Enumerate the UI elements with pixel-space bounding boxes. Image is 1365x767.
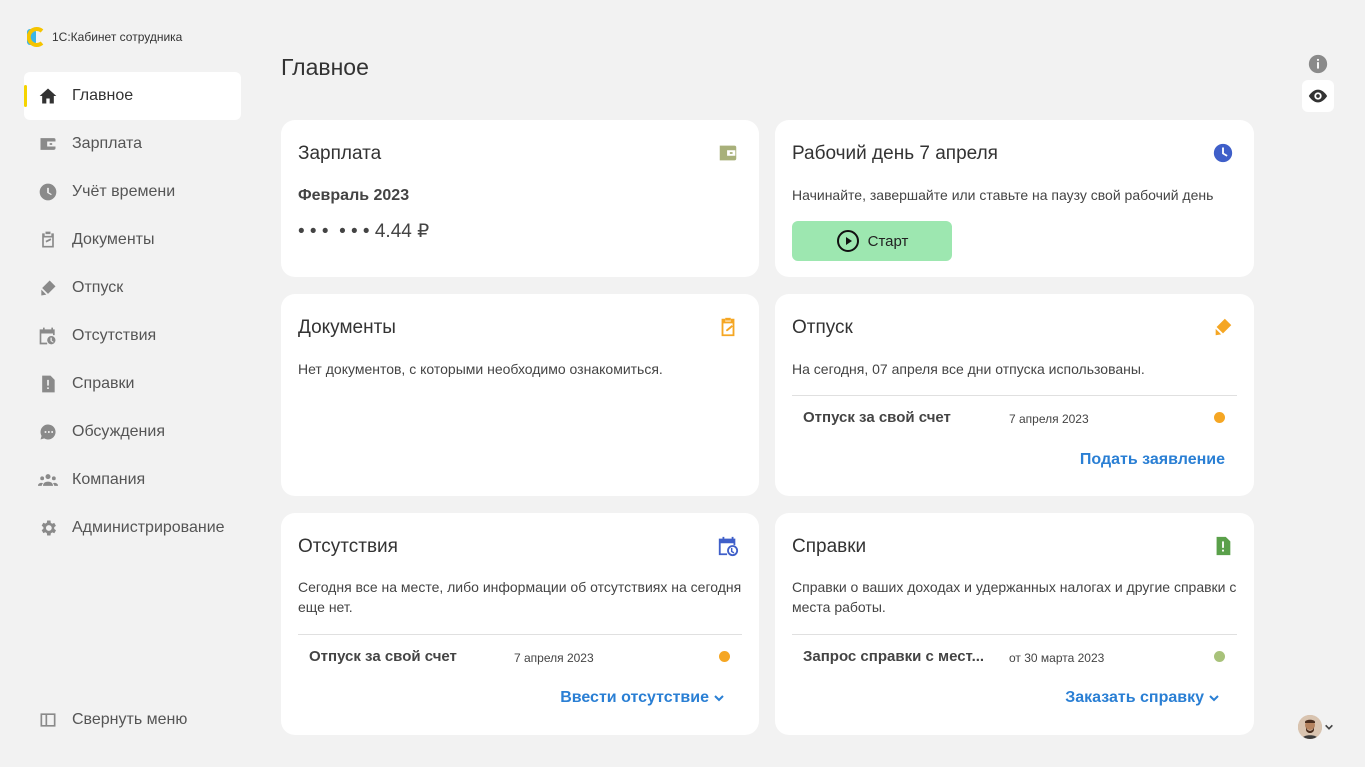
sidebar-item-vacation[interactable]: Отпуск (24, 264, 241, 312)
link-label: Ввести отсутствие (560, 689, 709, 706)
card-title: Зарплата (298, 143, 382, 164)
absence-row-date: 7 апреля 2023 (514, 651, 594, 665)
eye-icon (1308, 89, 1328, 103)
user-menu[interactable] (1298, 715, 1334, 739)
submit-application-link[interactable]: Подать заявление (1080, 451, 1225, 469)
suitcase-icon (1212, 316, 1234, 338)
sidebar-nav: Главное Зарплата Учёт времени Документы … (24, 72, 241, 552)
certificates-description: Справки о ваших доходах и удержанных нал… (792, 579, 1237, 615)
order-certificate-link[interactable]: Заказать справку (1065, 689, 1220, 707)
vacation-row-label[interactable]: Отпуск за свой счет (803, 409, 951, 426)
sidebar-item-absences[interactable]: Отсутствия (24, 312, 241, 360)
vacation-card: Отпуск На сегодня, 07 апреля все дни отп… (775, 294, 1254, 496)
sidebar-toggle-icon (38, 710, 58, 730)
doc-alert-icon (38, 374, 58, 394)
card-title: Отпуск (792, 317, 853, 338)
status-dot (719, 651, 730, 662)
home-icon (38, 86, 58, 106)
start-button-label: Старт (867, 232, 909, 250)
suitcase-icon (38, 278, 58, 298)
sidebar-item-company[interactable]: Компания (24, 456, 241, 504)
play-icon (836, 230, 859, 252)
logo-icon (26, 27, 44, 47)
calendar-clock-icon (38, 326, 58, 346)
divider (792, 634, 1237, 635)
sidebar-item-label: Главное (72, 87, 134, 104)
gear-icon (38, 518, 58, 538)
people-icon (38, 470, 58, 490)
clock-icon (1212, 142, 1234, 164)
calendar-clock-icon (717, 535, 739, 557)
vacation-row-date: 7 апреля 2023 (1009, 412, 1089, 426)
sidebar-item-salary[interactable]: Зарплата (24, 120, 241, 168)
sidebar-item-label: Справки (72, 375, 135, 392)
salary-card[interactable]: Зарплата Февраль 2023 • • • • • • 4.44 ₽ (281, 120, 759, 277)
info-icon (1308, 54, 1328, 74)
sidebar-item-discussions[interactable]: Обсуждения (24, 408, 241, 456)
collapse-menu: Свернуть меню (24, 696, 241, 744)
vacation-description: На сегодня, 07 апреля все дни отпуска ис… (792, 361, 1145, 377)
sidebar-item-label: Учёт времени (72, 183, 176, 200)
wallet-icon (717, 142, 739, 164)
sidebar-item-label: Зарплата (72, 135, 143, 152)
chevron-down-icon (1325, 724, 1333, 730)
certificates-card: Справки Справки о ваших доходах и удержа… (775, 513, 1254, 735)
clock-icon (38, 182, 58, 202)
sidebar-item-label: Отсутствия (72, 327, 157, 344)
link-label: Заказать справку (1065, 689, 1204, 706)
app-logo: 1С:Кабинет сотрудника (26, 27, 183, 47)
sidebar-item-main[interactable]: Главное (24, 72, 241, 120)
enter-absence-link[interactable]: Ввести отсутствие (560, 689, 725, 707)
avatar (1298, 715, 1322, 739)
clipboard-icon (38, 230, 58, 250)
sidebar-item-label: Отпуск (72, 279, 124, 296)
app-name: 1С:Кабинет сотрудника (52, 30, 183, 44)
workday-description: Начинайте, завершайте или ставьте на пау… (792, 187, 1214, 203)
sidebar-item-certificates[interactable]: Справки (24, 360, 241, 408)
chevron-down-icon (714, 695, 724, 702)
collapse-menu-label: Свернуть меню (72, 711, 188, 728)
sidebar-item-label: Компания (72, 471, 146, 488)
documents-description: Нет документов, с которыми необходимо оз… (298, 361, 663, 377)
sidebar-item-label: Документы (72, 231, 155, 248)
sidebar-item-documents[interactable]: Документы (24, 216, 241, 264)
certificate-row-label[interactable]: Запрос справки с мест... (803, 648, 984, 665)
status-dot (1214, 651, 1225, 662)
sidebar-item-label: Администрирование (72, 519, 225, 536)
workday-card: Рабочий день 7 апреля Начинайте, заверша… (775, 120, 1254, 277)
absence-row-label[interactable]: Отпуск за свой счет (309, 648, 457, 665)
divider (792, 395, 1237, 396)
info-button[interactable] (1302, 48, 1334, 80)
visibility-toggle-button[interactable] (1302, 80, 1334, 112)
wallet-icon (38, 134, 58, 154)
card-title: Документы (298, 317, 396, 338)
card-title: Рабочий день 7 апреля (792, 143, 998, 164)
card-title: Отсутствия (298, 536, 398, 557)
card-title: Справки (792, 536, 867, 557)
certificate-row-date: от 30 марта 2023 (1009, 651, 1105, 665)
documents-card[interactable]: Документы Нет документов, с которыми нео… (281, 294, 759, 496)
collapse-menu-button[interactable]: Свернуть меню (24, 696, 241, 744)
doc-alert-icon (1212, 535, 1234, 557)
sidebar-item-label: Обсуждения (72, 423, 165, 440)
chevron-down-icon (1209, 695, 1219, 702)
salary-amount: • • • • • • 4.44 ₽ (298, 221, 430, 242)
chat-icon (38, 422, 58, 442)
start-workday-button[interactable]: Старт (792, 221, 952, 261)
status-dot (1214, 412, 1225, 423)
salary-period: Февраль 2023 (298, 187, 410, 204)
absences-card: Отсутствия Сегодня все на месте, либо ин… (281, 513, 759, 735)
sidebar-item-admin[interactable]: Администрирование (24, 504, 241, 552)
clipboard-icon (717, 316, 739, 338)
divider (298, 634, 742, 635)
sidebar-item-time[interactable]: Учёт времени (24, 168, 241, 216)
absences-description: Сегодня все на месте, либо информации об… (298, 579, 742, 615)
page-title: Главное (281, 54, 369, 80)
